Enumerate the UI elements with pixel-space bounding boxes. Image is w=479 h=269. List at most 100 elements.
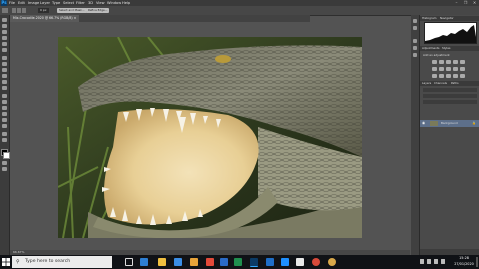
select-and-mask-button[interactable]: Select and Mask... [57,7,87,13]
tab-layers[interactable]: Layers [422,81,431,86]
quick-mask-icon[interactable] [2,161,7,165]
eye-icon[interactable]: ◉ [422,121,425,126]
taskbar-clock[interactable]: 15:28 27/01/2020 [453,256,475,268]
clone-stamp-icon[interactable] [2,68,7,72]
properties-panel-icon[interactable] [413,26,417,30]
curves-icon[interactable] [446,60,451,64]
exposure-icon[interactable] [453,60,458,64]
tab-navigator[interactable]: Navigator [440,16,454,21]
adjustments-tabs: Adjustments Styles [420,46,479,51]
tab-styles[interactable]: Styles [442,46,450,51]
excel-icon[interactable] [234,258,242,266]
type-tool-icon[interactable] [2,112,7,116]
shape-tool-icon[interactable] [2,124,7,128]
windows-start-icon[interactable] [2,258,10,266]
panel-dock-icons [411,15,419,255]
marquee-tool-icon[interactable] [2,24,7,28]
blend-mode-select[interactable] [423,94,477,98]
task-view-icon[interactable] [125,258,133,266]
taskbar-search-box[interactable]: ⚲ Type here to search [12,256,112,268]
tab-adjustments[interactable]: Adjustments [422,46,440,51]
color-balance-icon[interactable] [439,67,444,71]
right-panels: Histogram Navigator Adjustments Styles A… [419,15,479,255]
black-white-icon[interactable] [446,67,451,71]
layer-thumbnail [430,121,438,126]
chrome-icon[interactable] [312,258,320,266]
selective-color-icon[interactable] [460,74,465,78]
histogram-graph [424,22,477,44]
add-selection-icon[interactable] [17,8,21,13]
move-tool-icon[interactable] [2,18,7,22]
eraser-tool-icon[interactable] [2,80,7,84]
channel-mixer-icon[interactable] [460,67,465,71]
layer-name: Background [441,121,458,125]
file-explorer-icon[interactable] [158,258,166,266]
refine-edge-button[interactable]: Refine Edge... [86,7,110,13]
mail-icon[interactable] [190,258,198,266]
tab-histogram[interactable]: Histogram [422,16,437,21]
threshold-icon[interactable] [446,74,451,78]
language-icon[interactable] [441,259,445,264]
eyedropper-tool-icon[interactable] [2,48,7,52]
lock-icon: 🔒 [472,121,476,125]
document-tab-bar: Mix-Crocodile-2020 @ 66.7% (RGB/8) × [10,15,310,22]
history-panel-icon[interactable] [413,19,417,23]
zoom-tool-icon[interactable] [2,138,7,142]
search-placeholder: Type here to search [25,259,71,264]
subtract-selection-icon[interactable] [22,8,26,13]
vibrance-icon[interactable] [460,60,465,64]
lasso-tool-icon[interactable] [2,30,7,34]
dodge-tool-icon[interactable] [2,100,7,104]
photo-image [58,37,362,238]
battery-icon[interactable] [434,259,438,264]
gradient-tool-icon[interactable] [2,86,7,90]
background-color-swatch[interactable] [3,152,10,159]
marquee-tool-icon[interactable] [2,8,8,13]
layer-filter-bar[interactable] [423,88,477,92]
levels-icon[interactable] [439,60,444,64]
character-panel-icon[interactable] [413,53,417,57]
healing-brush-icon[interactable] [2,56,7,60]
brightness-icon[interactable] [432,60,437,64]
layer-row-background[interactable]: ◉ Background 🔒 [420,120,479,127]
tab-channels[interactable]: Channels [434,81,447,86]
app-icon-white[interactable] [296,258,304,266]
lock-options-bar[interactable] [423,100,477,104]
adjustments-hint: Add an adjustment [423,53,450,57]
photo-filter-icon[interactable] [453,67,458,71]
hue-saturation-icon[interactable] [432,67,437,71]
brush-panel-icon[interactable] [413,46,417,50]
gradient-map-icon[interactable] [453,74,458,78]
volume-icon[interactable] [427,259,431,264]
crop-tool-icon[interactable] [2,42,7,46]
photoshop-taskbar-icon[interactable] [250,258,258,267]
store-icon[interactable] [174,258,182,266]
screen-mode-icon[interactable] [2,167,7,171]
brush-tool-icon[interactable] [2,62,7,66]
new-selection-icon[interactable] [12,8,16,13]
windows-taskbar: ⚲ Type here to search 15:28 27/01/2020 [0,255,479,269]
app-icon-round[interactable] [328,258,336,266]
quick-select-tool-icon[interactable] [2,36,7,40]
outlook-icon[interactable] [266,258,274,266]
feather-input[interactable]: 0 px [38,8,49,13]
document-tab[interactable]: Mix-Crocodile-2020 @ 66.7% (RGB/8) × [10,15,80,22]
swatches-panel-icon[interactable] [413,39,417,43]
network-icon[interactable] [420,259,424,264]
invert-icon[interactable] [432,74,437,78]
edge-browser-icon[interactable] [140,258,148,266]
layers-tabs: Layers Channels Paths [420,81,479,86]
notification-icon[interactable] [476,257,478,267]
hand-tool-icon[interactable] [2,132,7,136]
app-icon[interactable] [281,258,289,266]
path-select-icon[interactable] [2,118,7,122]
tools-panel [0,15,10,255]
blur-tool-icon[interactable] [2,94,7,98]
history-brush-icon[interactable] [2,74,7,78]
crocodile-photo [58,37,362,238]
word-icon[interactable] [220,258,228,266]
media-app-icon[interactable] [206,258,214,266]
pen-tool-icon[interactable] [2,106,7,110]
posterize-icon[interactable] [439,74,444,78]
tab-paths[interactable]: Paths [451,81,459,86]
